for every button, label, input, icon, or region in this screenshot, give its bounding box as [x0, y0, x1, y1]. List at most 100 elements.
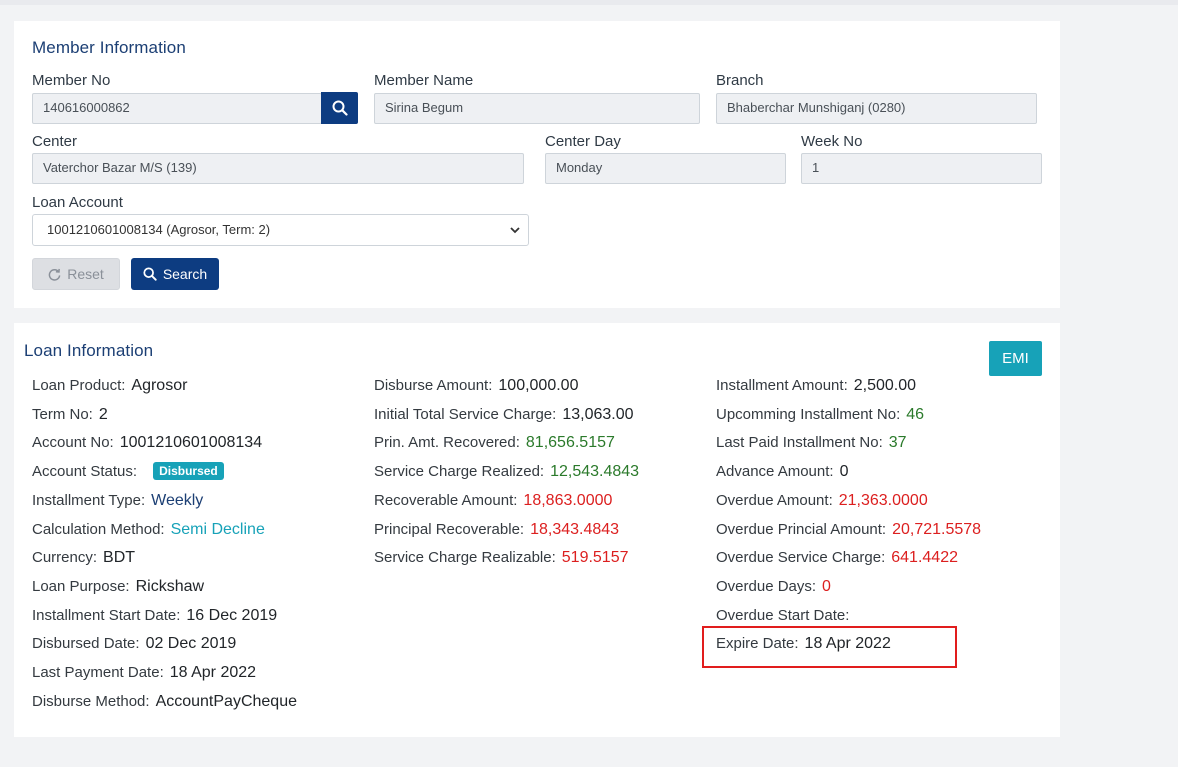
loan-info-label: Overdue Amount:: [716, 491, 833, 509]
loan-info-value: Weekly: [151, 491, 204, 509]
loan-info-row: Overdue Start Date:: [716, 607, 855, 624]
reset-button[interactable]: Reset: [32, 258, 120, 290]
loan-info-row: Installment Amount: 2,500.00: [716, 377, 916, 395]
branch-label: Branch: [716, 72, 764, 89]
member-no-label: Member No: [32, 72, 111, 89]
loan-info-label: Overdue Start Date:: [716, 606, 850, 624]
loan-info-value: BDT: [103, 549, 136, 567]
member-information-card: Member Information Member No 14061600086…: [14, 21, 1060, 308]
loan-info-label: Service Charge Realizable:: [374, 549, 556, 567]
loan-info-value: 100,000.00: [498, 377, 579, 394]
loan-info-value: Rickshaw: [135, 577, 205, 595]
loan-info-label: Principal Recoverable:: [374, 520, 525, 538]
loan-info-value: 16 Dec 2019: [186, 606, 278, 624]
reset-button-label: Reset: [67, 266, 104, 282]
status-badge: Disbursed: [153, 462, 224, 481]
loan-info-label: Disburse Amount:: [374, 377, 493, 394]
loan-info-value: 0: [839, 463, 849, 481]
loan-info-label: Currency:: [32, 549, 98, 567]
loan-info-row: Expire Date: 18 Apr 2022: [716, 635, 891, 653]
center-day-field: Monday: [545, 153, 786, 184]
loan-account-selected: 1001210601008134 (Agrosor, Term: 2): [47, 222, 271, 237]
refresh-icon: [48, 268, 61, 281]
loan-info-label: Loan Purpose:: [32, 577, 130, 595]
emi-button[interactable]: EMI: [989, 341, 1042, 376]
loan-info-value: 12,543.4843: [550, 463, 640, 481]
loan-info-label: Last Payment Date:: [32, 664, 164, 681]
center-label: Center: [32, 133, 78, 150]
branch-field: Bhaberchar Munshiganj (0280): [716, 93, 1037, 124]
loan-info-row: Loan Product: Agrosor: [32, 377, 187, 395]
loan-info-label: Installment Type:: [32, 491, 146, 509]
loan-info-value: 18,863.0000: [523, 491, 613, 509]
loan-info-value: 0: [822, 577, 831, 595]
loan-info-value: 13,063.00: [562, 405, 634, 423]
member-no-input[interactable]: 140616000862: [32, 93, 322, 124]
search-button-label: Search: [162, 266, 208, 282]
loan-info-label: Service Charge Realized:: [374, 463, 545, 481]
loan-account-label: Loan Account: [32, 194, 123, 211]
loan-info-label: Expire Date:: [716, 635, 799, 653]
loan-info-row: Last Paid Installment No: 37: [716, 434, 907, 452]
search-icon: [332, 100, 348, 116]
loan-info-value: 21,363.0000: [838, 491, 928, 509]
loan-info-row: Service Charge Realizable: 519.5157: [374, 549, 629, 567]
loan-info-label: Overdue Days:: [716, 577, 817, 595]
top-strip: [0, 0, 1178, 5]
loan-info-value: 18,343.4843: [530, 520, 620, 538]
week-no-label: Week No: [801, 133, 863, 150]
loan-info-value: 18 Apr 2022: [169, 664, 257, 681]
center-day-label: Center Day: [545, 133, 621, 150]
loan-info-label: Advance Amount:: [716, 463, 834, 481]
loan-info-value: Semi Decline: [170, 520, 265, 538]
loan-account-select[interactable]: 1001210601008134 (Agrosor, Term: 2): [32, 214, 529, 246]
member-name-field: Sirina Begum: [374, 93, 700, 124]
loan-info-row: Term No: 2: [32, 406, 108, 424]
loan-info-label: Disburse Method:: [32, 692, 150, 710]
loan-info-label: Last Paid Installment No:: [716, 434, 883, 452]
member-search-button[interactable]: [321, 92, 358, 124]
loan-info-row: Upcomming Installment No: 46: [716, 406, 924, 424]
loan-info-row: Advance Amount: 0: [716, 463, 848, 481]
loan-info-row: Installment Start Date: 16 Dec 2019: [32, 607, 277, 625]
loan-info-value: AccountPayCheque: [155, 692, 297, 710]
loan-info-label: Account No:: [32, 434, 114, 452]
loan-info-row: Account No: 1001210601008134: [32, 434, 262, 452]
loan-info-value: 2,500.00: [853, 377, 917, 394]
loan-info-row: Disburse Method: AccountPayCheque: [32, 693, 297, 711]
loan-info-label: Disbursed Date:: [32, 635, 140, 653]
loan-info-value: 519.5157: [561, 549, 629, 567]
member-info-title: Member Information: [32, 38, 186, 57]
loan-info-label: Initial Total Service Charge:: [374, 405, 557, 423]
loan-info-value: 1001210601008134: [119, 434, 263, 452]
loan-info-row: Overdue Amount: 21,363.0000: [716, 492, 928, 510]
loan-info-row: Last Payment Date: 18 Apr 2022: [32, 664, 256, 682]
loan-info-label: Calculation Method:: [32, 520, 165, 538]
loan-info-value: 46: [906, 405, 925, 423]
loan-info-label: Recoverable Amount:: [374, 491, 518, 509]
search-button[interactable]: Search: [131, 258, 219, 290]
loan-info-row: Disburse Amount: 100,000.00: [374, 377, 578, 395]
loan-info-value: 37: [888, 434, 907, 452]
loan-info-value: 18 Apr 2022: [804, 635, 891, 653]
loan-info-row: Disbursed Date: 02 Dec 2019: [32, 635, 236, 653]
loan-info-row: Loan Purpose: Rickshaw: [32, 578, 204, 596]
member-name-label: Member Name: [374, 72, 474, 89]
loan-info-label: Upcomming Installment No:: [716, 405, 901, 423]
week-no-field: 1: [801, 153, 1042, 184]
loan-info-row: Account Status: Disbursed: [32, 462, 224, 481]
loan-info-value: 81,656.5157: [525, 434, 615, 452]
loan-info-value: 20,721.5578: [892, 520, 982, 538]
loan-info-row: Installment Type: Weekly: [32, 492, 203, 510]
loan-info-row: Calculation Method: Semi Decline: [32, 521, 265, 539]
loan-info-row: Overdue Days: 0: [716, 578, 831, 596]
loan-info-label: Installment Amount:: [716, 377, 848, 394]
loan-info-value: 02 Dec 2019: [145, 635, 237, 653]
loan-info-row: Principal Recoverable: 18,343.4843: [374, 521, 619, 539]
loan-info-title: Loan Information: [24, 341, 154, 360]
loan-info-label: Prin. Amt. Recovered:: [374, 434, 520, 452]
loan-info-label: Overdue Princial Amount:: [716, 520, 887, 538]
loan-info-label: Installment Start Date:: [32, 606, 181, 624]
loan-info-value: Agrosor: [131, 377, 188, 394]
loan-info-row: Prin. Amt. Recovered: 81,656.5157: [374, 434, 615, 452]
